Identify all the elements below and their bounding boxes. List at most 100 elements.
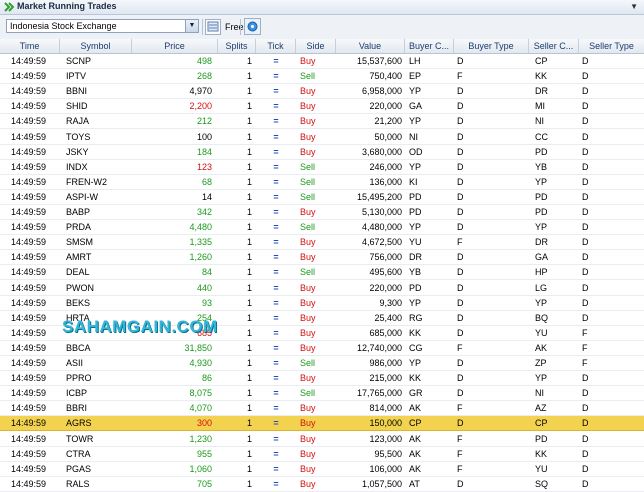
cell-seller-type: F: [582, 342, 588, 353]
table-row[interactable]: 14:49:59 TOYS 100 1 = Buy 50,000 NI D CC D: [0, 130, 644, 145]
cell-value: 50,000: [374, 131, 402, 142]
column-header-buyer-code[interactable]: Buyer C...: [405, 39, 454, 53]
table-row[interactable]: 14:49:59 BBRI 4,070 1 = Buy 814,000 AK F AZ D: [0, 401, 644, 417]
column-header-buyer-type[interactable]: Buyer Type: [454, 39, 529, 53]
cell-price: 123: [196, 161, 212, 172]
table-row[interactable]: 14:49:59 RALS 705 1 = Buy 1,057,500 AT D SQ D: [0, 477, 644, 492]
exchange-select[interactable]: Indonesia Stock Exchange ▼: [6, 19, 199, 33]
cell-buyer-type: D: [457, 161, 464, 172]
cell-side: Sell: [300, 388, 316, 399]
cell-value: 25,400: [374, 312, 402, 323]
filter-icon[interactable]: [205, 19, 221, 35]
table-row[interactable]: 14:49:59 ASII 4,930 1 = Sell 986,000 YP D ZP F: [0, 356, 644, 371]
table-row[interactable]: 14:49:59 TOWR 1,230 1 = Buy 123,000 AK F PD D: [0, 432, 644, 447]
cell-symbol: INDX: [66, 161, 88, 172]
cell-seller-code: MI: [535, 101, 545, 112]
table-row[interactable]: 14:49:59 PWON 440 1 = Buy 220,000 PD D LG D: [0, 281, 644, 296]
cell-seller-code: HP: [535, 267, 548, 278]
cell-seller-code: NI: [535, 388, 544, 399]
column-header-value[interactable]: Value: [336, 39, 405, 53]
table-row[interactable]: 14:49:59 DEAL 84 1 = Sell 495,600 YB D HP D: [0, 265, 644, 281]
cell-splits: 1: [246, 71, 252, 82]
cell-time: 14:49:59: [11, 161, 47, 172]
table-row[interactable]: 14:49:59 BABP 342 1 = Buy 5,130,000 PD D PD D: [0, 205, 644, 220]
cell-buyer-type: F: [457, 433, 463, 444]
cell-value: 150,000: [369, 418, 402, 429]
cell-time: 14:49:59: [11, 418, 47, 429]
cell-price: 1,230: [189, 433, 212, 444]
cell-buyer-code: AK: [409, 448, 422, 459]
table-row[interactable]: 14:49:59 CTRA 955 1 = Buy 95,500 AK F KK D: [0, 447, 644, 462]
cell-time: 14:49:59: [11, 327, 47, 338]
cell-buyer-code: AK: [409, 463, 422, 474]
cell-splits: 1: [246, 433, 252, 444]
cell-symbol: BEKS: [66, 297, 91, 308]
column-header-seller-code[interactable]: Seller C...: [529, 39, 579, 53]
cell-price: 300: [196, 418, 212, 429]
column-header-price[interactable]: Price: [132, 39, 218, 53]
cell-price: 440: [196, 282, 212, 293]
cell-buyer-type: F: [457, 342, 463, 353]
cell-tick: =: [273, 71, 279, 82]
table-row[interactable]: 14:49:59 RAJA 212 1 = Buy 21,200 YP D NI D: [0, 114, 644, 130]
table-row[interactable]: 14:49:59 PGAS 1,060 1 = Buy 106,000 AK F YU D: [0, 462, 644, 477]
cell-side: Sell: [300, 191, 316, 202]
cell-side: Sell: [300, 176, 316, 187]
cell-tick: =: [273, 146, 279, 157]
cell-side: Buy: [300, 146, 316, 157]
cell-symbol: JSKY: [66, 146, 89, 157]
cell-side: Buy: [300, 86, 316, 97]
table-row[interactable]: 14:49:59 AMRT 1,260 1 = Buy 756,000 DR D GA D: [0, 250, 644, 266]
table-row[interactable]: 14:49:59 BBCA 31,850 1 = Buy 12,740,000 CG F AK F: [0, 341, 644, 356]
table-row[interactable]: 14:49:59 PPRO 86 1 = Buy 215,000 KK D YP D: [0, 371, 644, 387]
table-row[interactable]: 14:49:59 ASPI-W 14 1 = Sell 15,495,200 PD D PD D: [0, 190, 644, 205]
cell-symbol: RAJA: [66, 116, 90, 127]
window-menu-caret-icon[interactable]: ▼: [630, 2, 638, 11]
cell-time: 14:49:59: [11, 282, 47, 293]
table-row[interactable]: 14:49:59 ICBP 8,075 1 = Sell 17,765,000 GR D NI D: [0, 386, 644, 402]
cell-time: 14:49:59: [11, 56, 47, 66]
column-header-splits[interactable]: Splits: [218, 39, 256, 53]
column-header-time[interactable]: Time: [0, 39, 60, 53]
cell-price: 93: [201, 297, 212, 308]
cell-seller-code: YP: [535, 176, 548, 187]
double-chevron-right-icon[interactable]: [4, 2, 14, 12]
cell-seller-type: D: [582, 56, 589, 66]
table-row[interactable]: 14:49:59 AGRS 300 1 = Buy 150,000 CP D CP D: [0, 416, 644, 432]
cell-buyer-type: D: [457, 373, 464, 384]
cell-seller-type: D: [582, 237, 589, 248]
cell-seller-type: D: [582, 388, 589, 399]
cell-splits: 1: [246, 207, 252, 217]
cell-buyer-code: KK: [409, 327, 422, 338]
cell-buyer-code: YP: [409, 222, 422, 233]
cell-seller-type: D: [582, 448, 589, 459]
cell-value: 5,130,000: [361, 207, 402, 217]
table-row[interactable]: 14:49:59 JSKY 184 1 = Buy 3,680,000 OD D PD D: [0, 145, 644, 160]
table-row[interactable]: 14:49:59 IPTV 268 1 = Sell 750,400 EP F KK D: [0, 69, 644, 85]
cell-tick: =: [273, 176, 279, 187]
chevron-down-icon[interactable]: ▼: [185, 20, 198, 32]
cell-seller-code: DR: [535, 86, 548, 97]
table-row[interactable]: 14:49:59 INDX 123 1 = Sell 246,000 YP D YB D: [0, 160, 644, 175]
column-header-side[interactable]: Side: [296, 39, 336, 53]
table-row[interactable]: 14:49:59 BEKS 93 1 = Buy 9,300 YP D YP D: [0, 296, 644, 311]
table-row[interactable]: 14:49:59 SCNP 498 1 = Buy 15,537,600 LH D CP D: [0, 54, 644, 69]
cell-time: 14:49:59: [11, 176, 47, 187]
table-row[interactable]: 14:49:59 FREN-W2 68 1 = Sell 136,000 KI D YP D: [0, 175, 644, 190]
cell-buyer-type: D: [457, 478, 464, 489]
cell-price: 100: [196, 131, 212, 142]
column-header-seller-type[interactable]: Seller Type: [579, 39, 644, 53]
cell-price: 705: [196, 478, 212, 489]
cell-symbol: BBCA: [66, 342, 91, 353]
cell-value: 220,000: [369, 282, 402, 293]
table-row[interactable]: 14:49:59 PRDA 4,480 1 = Sell 4,480,000 YP D YP D: [0, 220, 644, 236]
table-row[interactable]: 14:49:59 BBNI 4,970 1 = Buy 6,958,000 YP D DR D: [0, 84, 644, 100]
cell-buyer-type: D: [457, 297, 464, 308]
cell-time: 14:49:59: [11, 222, 47, 233]
column-header-tick[interactable]: Tick: [256, 39, 296, 53]
refresh-settings-icon[interactable]: [244, 18, 261, 35]
table-row[interactable]: 14:49:59 SHID 2,200 1 = Buy 220,000 GA D MI D: [0, 99, 644, 115]
cell-value: 756,000: [369, 252, 402, 263]
column-header-symbol[interactable]: Symbol: [60, 39, 132, 53]
table-row[interactable]: 14:49:59 SMSM 1,335 1 = Buy 4,672,500 YU F DR D: [0, 235, 644, 251]
